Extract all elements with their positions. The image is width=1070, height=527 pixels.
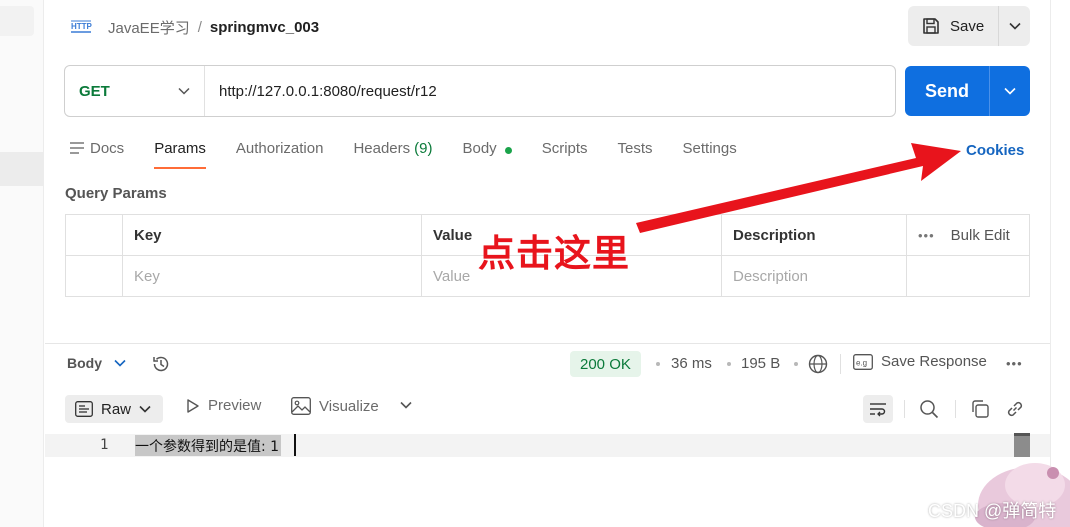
tab-label: Tests: [617, 140, 653, 157]
tab-headers[interactable]: Headers (9): [353, 137, 432, 171]
status-badge[interactable]: 200 OK: [570, 351, 641, 377]
save-label: Save: [950, 17, 985, 35]
row-checkbox-cell: [66, 256, 122, 297]
chevron-down-icon: [178, 87, 190, 95]
tab-authorization[interactable]: Authorization: [236, 137, 324, 171]
checkbox-column-header: [66, 215, 122, 256]
toolbar-separator: [955, 400, 956, 418]
method-label: GET: [79, 82, 110, 100]
section-divider: [45, 343, 1050, 344]
save-icon: [923, 18, 939, 34]
image-icon: [291, 397, 311, 415]
tab-docs[interactable]: Docs: [70, 137, 124, 171]
tab-params[interactable]: Params: [154, 137, 206, 171]
body-indicator-dot: [504, 147, 512, 154]
chevron-down-icon: [114, 359, 126, 367]
wrap-lines-button[interactable]: [863, 395, 893, 423]
response-body-text[interactable]: 一个参数得到的是值: 1: [135, 435, 282, 456]
copy-icon[interactable]: [970, 399, 990, 419]
http-request-icon: HTTP: [71, 20, 92, 33]
request-name[interactable]: springmvc_003: [210, 19, 319, 36]
text-cursor: [294, 434, 296, 456]
tab-label: Scripts: [541, 140, 588, 157]
history-icon[interactable]: [151, 354, 171, 374]
url-input[interactable]: [205, 66, 895, 116]
send-button[interactable]: Send: [905, 66, 989, 116]
bulk-edit-button[interactable]: ••• Bulk Edit: [906, 215, 1029, 256]
more-options-icon[interactable]: •••: [1006, 356, 1023, 371]
visualize-label: Visualize: [319, 397, 379, 415]
toolbar-separator: [904, 400, 905, 418]
toolbar-separator: [840, 354, 841, 374]
search-icon[interactable]: [919, 399, 939, 419]
response-size[interactable]: 195 B: [741, 355, 780, 372]
save-response-label: Save Response: [881, 353, 987, 370]
svg-text:HTTP: HTTP: [71, 22, 92, 31]
tab-label: Params: [154, 140, 206, 157]
url-bar: GET: [64, 65, 896, 117]
svg-text:e.g: e.g: [856, 358, 867, 367]
sidebar-top-item[interactable]: [0, 6, 34, 36]
raw-label: Raw: [101, 400, 132, 418]
left-sidebar-strip: [0, 0, 44, 527]
tab-label: Authorization: [235, 140, 324, 157]
description-input[interactable]: Description: [721, 256, 906, 297]
save-button-group: Save: [908, 6, 1030, 46]
chevron-down-icon: [1004, 87, 1016, 95]
separator-dot: [727, 362, 731, 366]
tab-body[interactable]: Body: [462, 137, 512, 171]
example-icon: e.g: [853, 353, 873, 370]
raw-icon: [75, 401, 93, 417]
save-button[interactable]: Save: [908, 6, 998, 46]
play-icon: [187, 398, 199, 413]
preview-label: Preview: [208, 397, 262, 414]
chevron-down-icon: [1008, 22, 1021, 30]
docs-icon: [70, 142, 84, 154]
send-options-button[interactable]: [989, 66, 1030, 116]
separator-dot: [794, 362, 798, 366]
tab-label: Body: [462, 140, 497, 157]
column-header-description: Description: [721, 215, 906, 256]
save-options-button[interactable]: [998, 6, 1030, 46]
chevron-down-icon[interactable]: [400, 401, 412, 409]
tab-settings[interactable]: Settings: [683, 137, 737, 171]
headers-count-badge: (9): [414, 140, 433, 157]
response-time[interactable]: 36 ms: [671, 355, 712, 372]
empty-cell: [906, 256, 1029, 297]
tab-label: Docs: [90, 140, 125, 157]
breadcrumb-separator: /: [197, 18, 202, 36]
response-body-label: Body: [67, 355, 102, 371]
key-input[interactable]: Key: [122, 256, 421, 297]
query-params-title: Query Params: [65, 185, 167, 202]
response-body-dropdown[interactable]: Body: [67, 355, 126, 371]
annotation-text: 点击这里: [478, 233, 630, 274]
raw-format-select[interactable]: Raw: [65, 395, 163, 423]
send-button-group: Send: [905, 66, 1030, 116]
line-number: 1: [100, 437, 109, 453]
link-icon[interactable]: [1005, 399, 1025, 419]
more-options-icon[interactable]: •••: [918, 228, 935, 243]
method-select[interactable]: GET: [65, 66, 205, 116]
bulk-edit-label: Bulk Edit: [950, 227, 1010, 244]
tab-tests[interactable]: Tests: [618, 137, 653, 171]
tab-label: Headers: [353, 140, 411, 157]
tab-scripts[interactable]: Scripts: [542, 137, 588, 171]
globe-icon[interactable]: [808, 354, 828, 374]
request-tabs: Docs Params Authorization Headers (9) Bo…: [70, 137, 767, 171]
watermark: CSDN @弹简特: [928, 501, 1057, 521]
column-header-key: Key: [122, 215, 421, 256]
chevron-down-icon: [139, 405, 151, 413]
visualize-button[interactable]: Visualize: [291, 397, 379, 415]
tab-label: Settings: [682, 140, 737, 157]
save-response-button[interactable]: e.g Save Response: [853, 353, 987, 370]
breadcrumb-collection[interactable]: JavaEE学习: [108, 17, 190, 38]
separator-dot: [656, 362, 660, 366]
preview-button[interactable]: Preview: [186, 397, 261, 414]
breadcrumb: HTTP JavaEE学习 / springmvc_003: [70, 15, 319, 39]
sidebar-selected-item[interactable]: [0, 152, 44, 186]
cookies-link[interactable]: Cookies: [966, 142, 1024, 159]
wrap-lines-icon: [870, 403, 886, 417]
